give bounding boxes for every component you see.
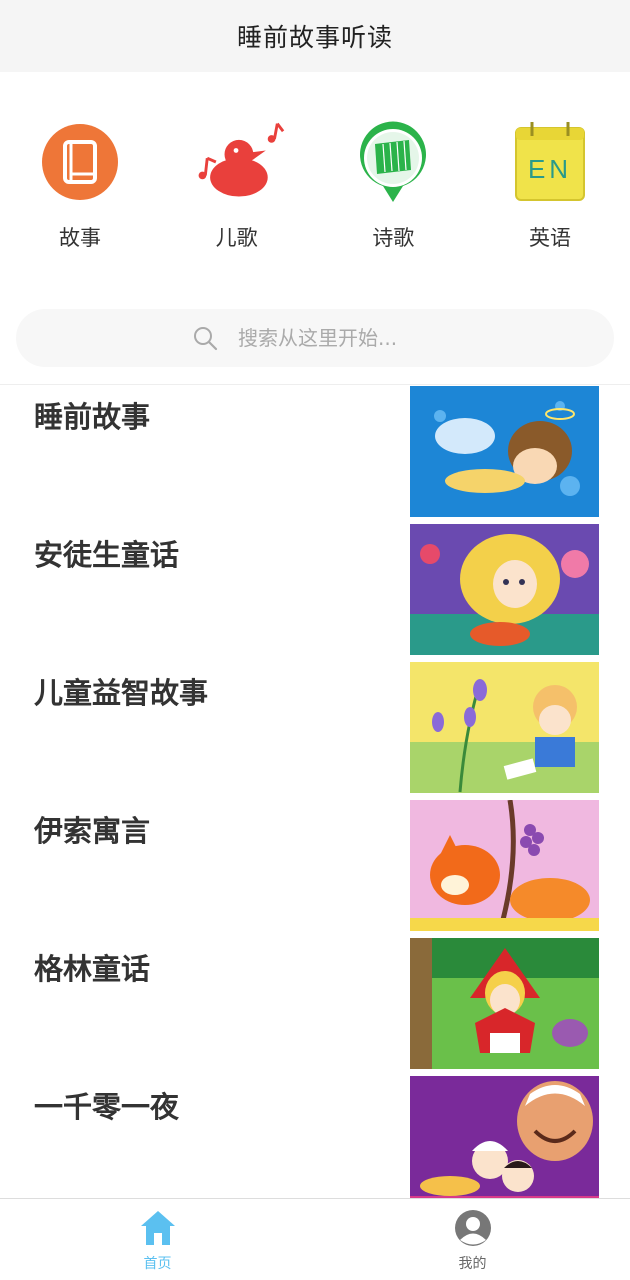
search-box[interactable]: [16, 309, 614, 367]
list-item-title: 格林童话: [34, 952, 151, 986]
duck-music-icon: [189, 120, 285, 204]
list-item-thumbnail: [410, 800, 599, 931]
list-item-thumbnail: [410, 386, 599, 517]
category-grid: 故事 儿歌 诗歌 EN 英语: [0, 72, 630, 297]
book-icon: [32, 120, 128, 204]
list-item[interactable]: 格林童话: [0, 938, 630, 1076]
list-item-title: 安徒生童话: [34, 538, 180, 572]
list-item-thumbnail: [410, 1076, 599, 1198]
category-poems[interactable]: 诗歌: [345, 120, 441, 297]
tab-home[interactable]: 首页: [0, 1199, 315, 1280]
category-songs[interactable]: 儿歌: [189, 120, 285, 297]
list-item-thumbnail: [410, 524, 599, 655]
list-item-title: 睡前故事: [34, 400, 151, 434]
tab-home-label: 首页: [143, 1256, 172, 1272]
search-bar: [0, 297, 630, 385]
search-icon: [194, 327, 218, 351]
english-calendar-icon: EN: [502, 120, 598, 204]
search-input[interactable]: [238, 326, 438, 350]
category-label: 故事: [59, 226, 101, 250]
category-label: 儿歌: [215, 226, 258, 250]
list-item[interactable]: 安徒生童话: [0, 524, 630, 662]
tab-mine[interactable]: 我的: [315, 1199, 630, 1280]
list-item-thumbnail: [410, 662, 599, 793]
category-english[interactable]: EN 英语: [502, 120, 598, 297]
poem-pin-icon: [345, 120, 441, 204]
category-story[interactable]: 故事: [32, 120, 128, 297]
list-item-title: 一千零一夜: [34, 1090, 180, 1124]
user-avatar-icon: [454, 1210, 491, 1246]
list-item-title: 儿童益智故事: [34, 676, 209, 710]
app-header: 睡前故事听读: [0, 0, 630, 72]
list-item-title: 伊索寓言: [34, 814, 151, 848]
tab-mine-label: 我的: [458, 1256, 487, 1272]
home-icon: [140, 1211, 175, 1245]
list-item-thumbnail: [410, 938, 599, 1069]
list-item[interactable]: 儿童益智故事: [0, 662, 630, 800]
english-icon-text: EN: [528, 154, 572, 184]
category-label: 英语: [528, 226, 571, 250]
list-item[interactable]: 伊索寓言: [0, 800, 630, 938]
bottom-tab-bar: 首页 我的: [0, 1198, 630, 1280]
list-item[interactable]: 一千零一夜: [0, 1076, 630, 1198]
list-item[interactable]: 睡前故事: [0, 386, 630, 524]
category-label: 诗歌: [372, 226, 415, 250]
page-title: 睡前故事听读: [236, 23, 393, 52]
story-list: 睡前故事 安徒生童话 儿童益智故事 伊索寓言 格林童话 一千零一夜: [0, 386, 630, 1198]
